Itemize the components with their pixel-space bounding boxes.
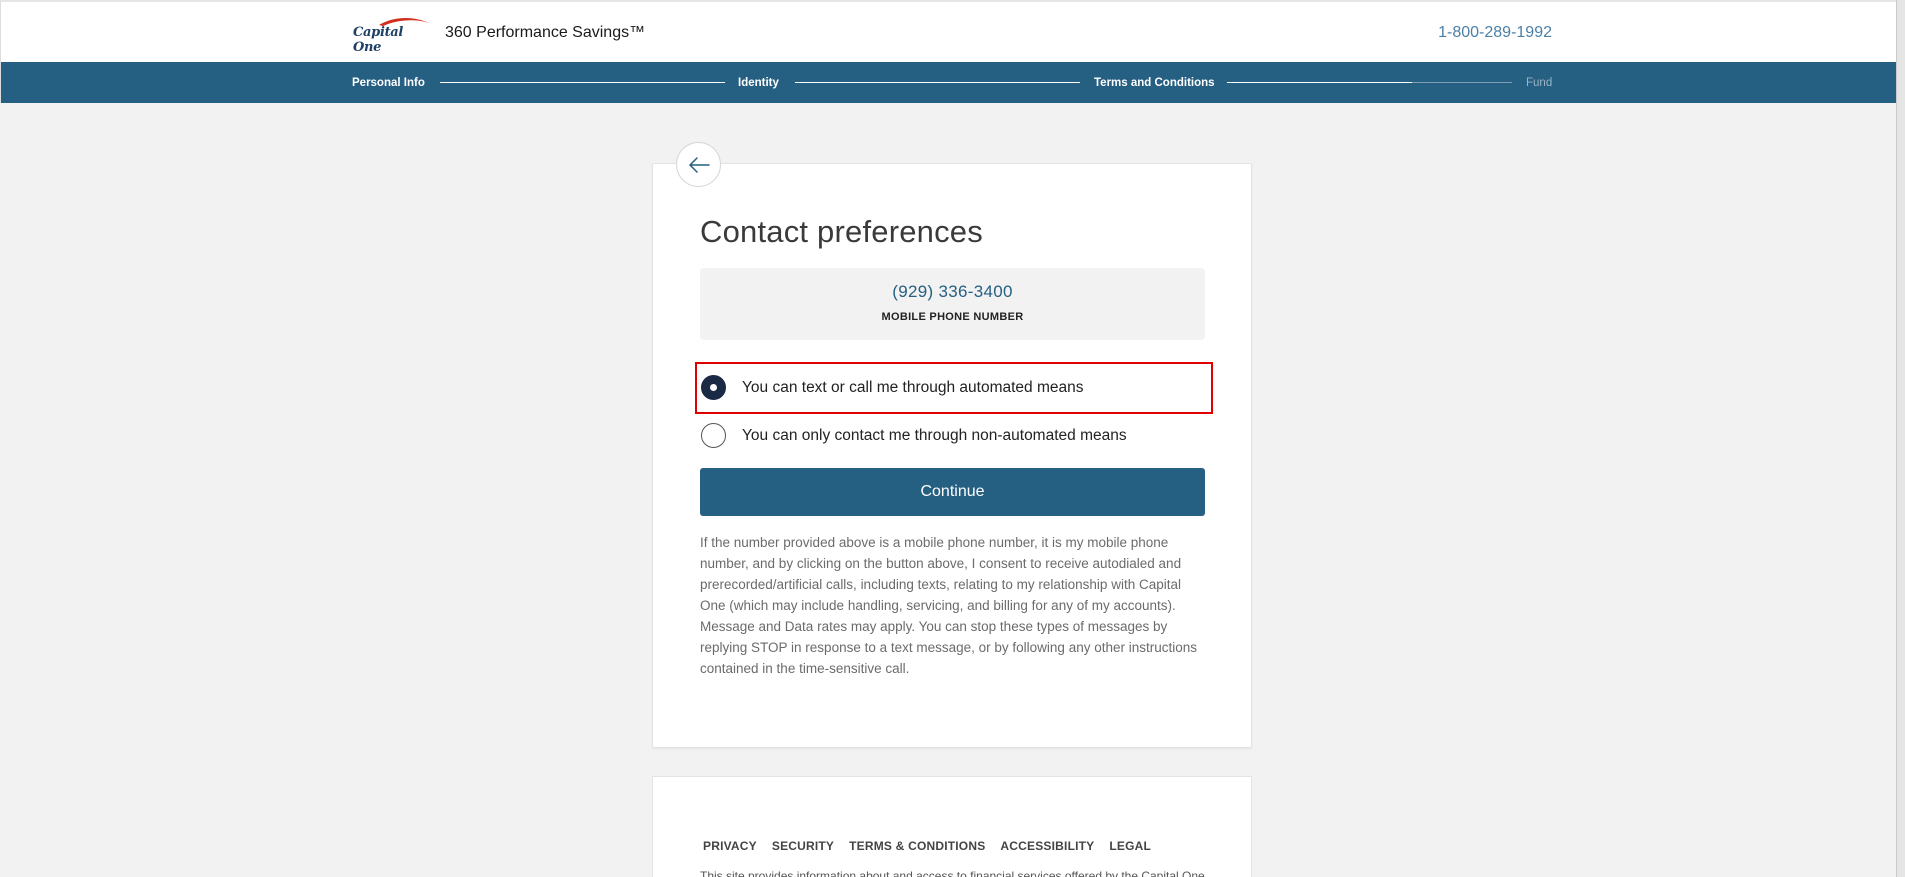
phone-number-box: (929) 336-3400 MOBILE PHONE NUMBER bbox=[700, 268, 1205, 340]
footer-link-privacy[interactable]: PRIVACY bbox=[703, 839, 757, 853]
logo-text: Capital One bbox=[353, 25, 404, 55]
radio-label-automated: You can text or call me through automate… bbox=[742, 378, 1084, 396]
window-scrollbar[interactable] bbox=[1896, 0, 1905, 877]
consent-disclosure: If the number provided above is a mobile… bbox=[700, 535, 1198, 676]
step-terms-and-conditions: Terms and Conditions bbox=[1094, 77, 1215, 89]
back-button[interactable] bbox=[676, 142, 721, 187]
step-personal-info: Personal Info bbox=[352, 77, 425, 89]
progress-line-2 bbox=[795, 82, 1080, 83]
footer: PRIVACY SECURITY TERMS & CONDITIONS ACCE… bbox=[652, 776, 1252, 877]
radio-label-non-automated: You can only contact me through non-auto… bbox=[742, 426, 1127, 444]
contact-preferences-card: Contact preferences (929) 336-3400 MOBIL… bbox=[652, 163, 1252, 748]
radio-option-non-automated[interactable]: You can only contact me through non-auto… bbox=[701, 423, 1127, 448]
header: Capital One 360 Performance Savings™ 1-8… bbox=[0, 0, 1905, 62]
radio-option-automated[interactable]: You can text or call me through automate… bbox=[701, 375, 1084, 400]
footer-link-security[interactable]: SECURITY bbox=[772, 839, 834, 853]
step-fund: Fund bbox=[1526, 77, 1553, 89]
support-phone-link[interactable]: 1-800-289-1992 bbox=[1438, 24, 1552, 42]
continue-button[interactable]: Continue bbox=[700, 468, 1205, 516]
arrow-left-icon bbox=[688, 156, 710, 173]
radio-button-automated[interactable] bbox=[701, 375, 726, 400]
phone-number-value: (929) 336-3400 bbox=[892, 282, 1013, 301]
phone-number-label: MOBILE PHONE NUMBER bbox=[881, 311, 1024, 323]
progress-stepper: Personal Info Identity Terms and Conditi… bbox=[0, 62, 1896, 103]
footer-link-legal[interactable]: LEGAL bbox=[1109, 839, 1151, 853]
progress-line-1 bbox=[440, 82, 725, 83]
step-identity: Identity bbox=[738, 77, 779, 89]
product-title: 360 Performance Savings™ bbox=[445, 24, 646, 41]
footer-links: PRIVACY SECURITY TERMS & CONDITIONS ACCE… bbox=[703, 839, 1151, 853]
footer-link-terms[interactable]: TERMS & CONDITIONS bbox=[849, 839, 985, 853]
footer-link-accessibility[interactable]: ACCESSIBILITY bbox=[1000, 839, 1094, 853]
capital-one-logo[interactable]: Capital One bbox=[351, 15, 433, 55]
footer-disclaimer: This site provides information about and… bbox=[700, 869, 1205, 877]
radio-button-non-automated[interactable] bbox=[701, 423, 726, 448]
progress-line-3-fill bbox=[1227, 82, 1413, 83]
page-title: Contact preferences bbox=[700, 214, 983, 249]
radio-dot bbox=[710, 384, 717, 391]
